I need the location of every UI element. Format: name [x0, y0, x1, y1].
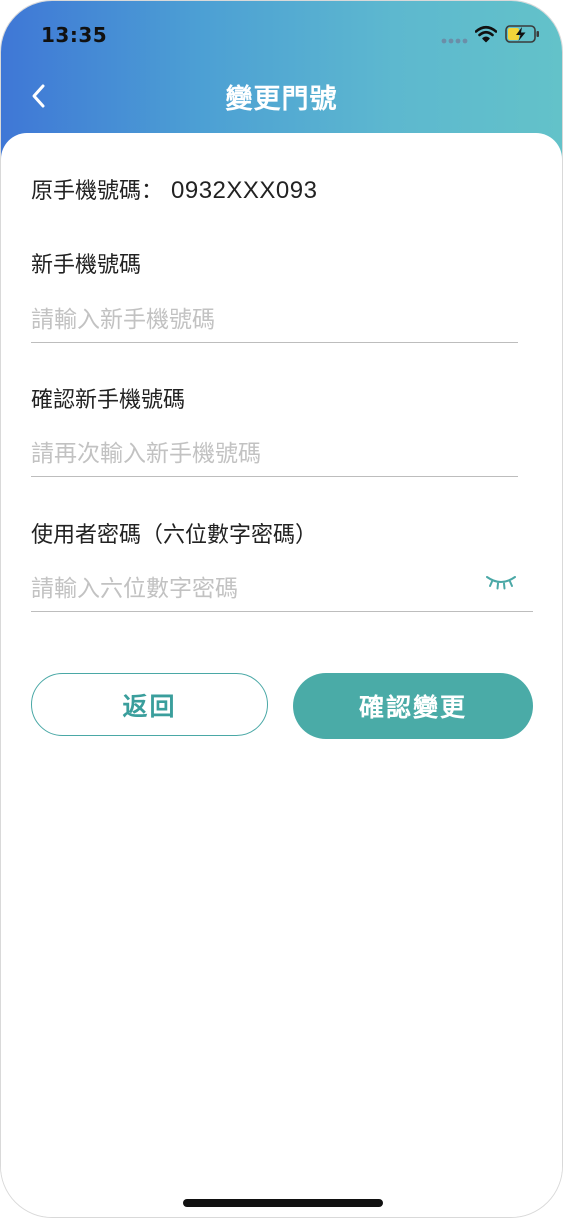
original-phone-value: 0932XXX093 — [171, 177, 318, 204]
new-phone-input[interactable] — [31, 298, 518, 343]
signal-icon — [441, 38, 468, 44]
password-label: 使用者密碼（六位數字密碼） — [31, 523, 318, 548]
battery-charging-icon — [505, 25, 539, 43]
phone-screen: 13:35 變更門號 原手機號碼： 0932XXX093 新手機號碼 請輸入新手… — [0, 0, 563, 1218]
eye-closed-icon[interactable] — [485, 573, 517, 591]
new-phone-label: 新手機號碼 — [31, 253, 142, 278]
home-indicator[interactable] — [183, 1199, 383, 1207]
status-time: 13:35 — [41, 23, 108, 47]
confirm-change-button[interactable]: 確認變更 — [293, 673, 533, 739]
wifi-icon — [475, 25, 497, 43]
confirm-phone-label: 確認新手機號碼 — [31, 388, 186, 413]
original-phone-row: 原手機號碼： 0932XXX093 — [31, 173, 317, 205]
back-button[interactable]: 返回 — [31, 673, 268, 736]
original-phone-label: 原手機號碼： — [31, 179, 164, 204]
page-title: 變更門號 — [225, 84, 338, 115]
password-input[interactable] — [31, 567, 533, 612]
status-bar: 13:35 — [1, 1, 562, 67]
form-card: 原手機號碼： 0932XXX093 新手機號碼 確認新手機號碼 使用者密碼（六位數… — [1, 133, 562, 1217]
confirm-phone-input[interactable] — [31, 432, 518, 477]
